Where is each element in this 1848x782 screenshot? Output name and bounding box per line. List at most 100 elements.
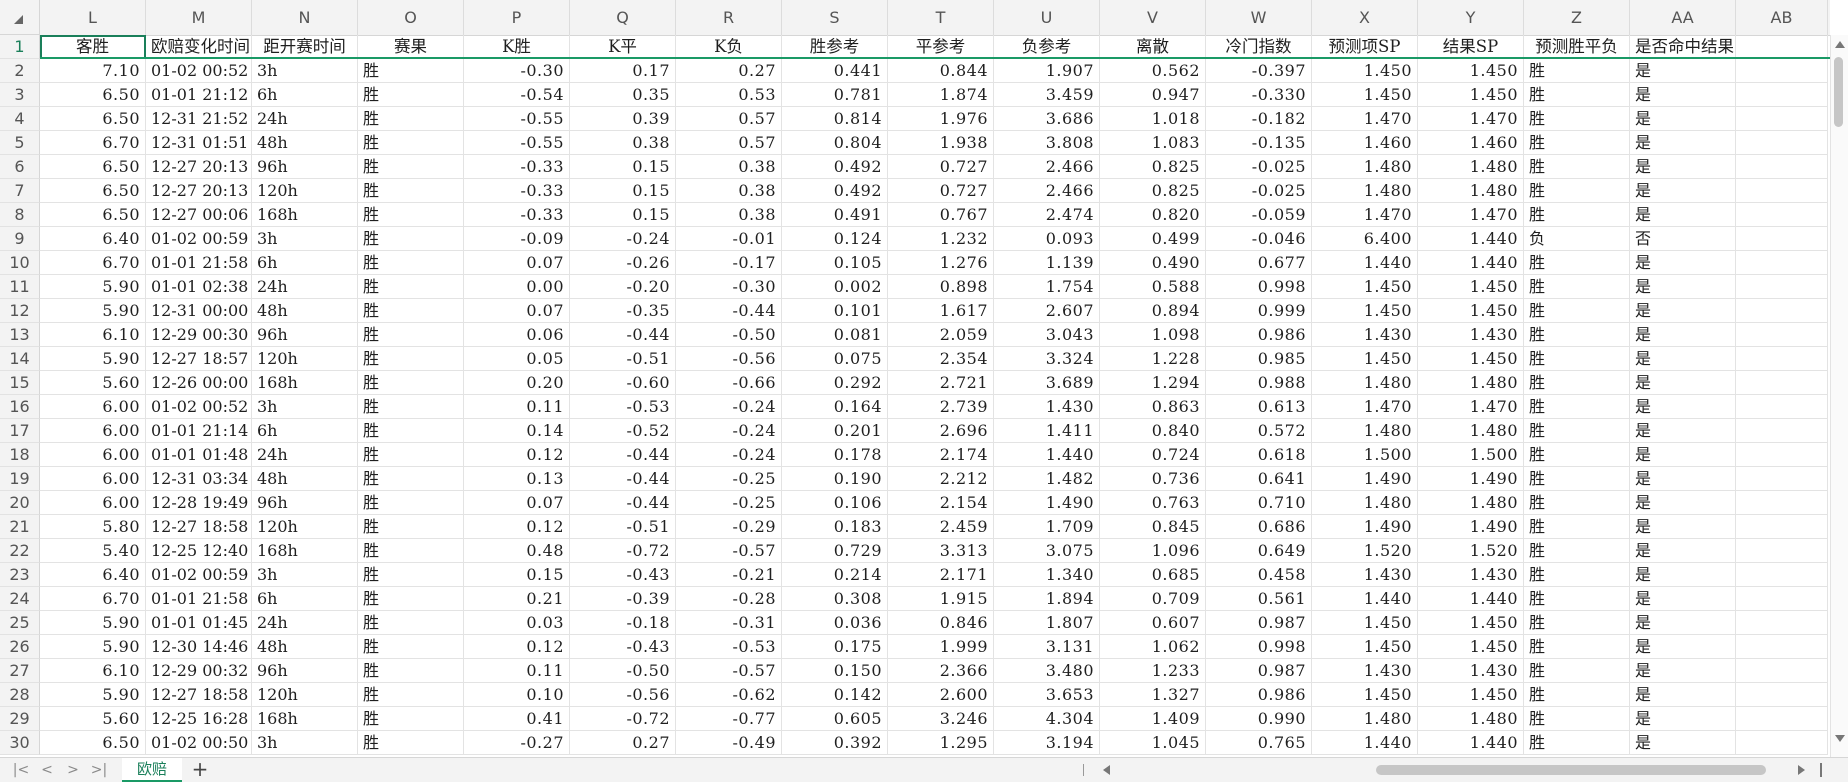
table-cell[interactable]: 0.10 — [464, 683, 570, 707]
table-cell[interactable]: 胜 — [358, 299, 464, 323]
vertical-scroll-thumb[interactable] — [1834, 57, 1843, 127]
table-cell[interactable]: 0.036 — [782, 611, 888, 635]
table-cell[interactable]: 0.441 — [782, 59, 888, 83]
table-cell[interactable]: -0.55 — [464, 131, 570, 155]
table-cell[interactable]: 是 — [1630, 467, 1736, 491]
table-cell[interactable]: -0.025 — [1206, 155, 1312, 179]
table-cell[interactable]: 3.689 — [994, 371, 1100, 395]
table-cell[interactable]: 是 — [1630, 491, 1736, 515]
table-cell[interactable]: -0.182 — [1206, 107, 1312, 131]
horizontal-scroll-thumb[interactable] — [1376, 765, 1766, 775]
table-cell[interactable]: 0.15 — [570, 179, 676, 203]
table-cell[interactable]: 1.430 — [1418, 659, 1524, 683]
table-cell[interactable]: 1.450 — [1312, 635, 1418, 659]
table-cell[interactable] — [1736, 635, 1828, 659]
table-cell[interactable]: 0.124 — [782, 227, 888, 251]
table-cell[interactable]: 3.043 — [994, 323, 1100, 347]
table-cell[interactable]: 胜 — [1524, 203, 1630, 227]
table-cell[interactable]: 01-01 02:38 — [146, 275, 252, 299]
table-cell[interactable]: 0.12 — [464, 443, 570, 467]
table-cell[interactable]: 0.845 — [1100, 515, 1206, 539]
table-cell[interactable]: 0.685 — [1100, 563, 1206, 587]
table-cell[interactable]: 3.653 — [994, 683, 1100, 707]
table-cell[interactable]: 120h — [252, 515, 358, 539]
table-cell[interactable]: 1.440 — [1418, 227, 1524, 251]
table-cell[interactable]: 12-26 00:00 — [146, 371, 252, 395]
table-cell[interactable]: 1.440 — [1312, 587, 1418, 611]
table-cell[interactable]: -0.56 — [676, 347, 782, 371]
table-cell[interactable]: 1.480 — [1418, 179, 1524, 203]
column-header-v[interactable]: V — [1100, 0, 1206, 35]
table-cell[interactable]: 2.600 — [888, 683, 994, 707]
table-cell[interactable]: 12-27 00:06 — [146, 203, 252, 227]
table-cell[interactable]: 0.863 — [1100, 395, 1206, 419]
table-cell[interactable]: 0.990 — [1206, 707, 1312, 731]
header-cell[interactable]: K平 — [570, 35, 676, 59]
table-cell[interactable]: 0.106 — [782, 491, 888, 515]
table-cell[interactable]: 1.480 — [1418, 155, 1524, 179]
table-cell[interactable]: -0.43 — [570, 635, 676, 659]
table-cell[interactable]: -0.44 — [570, 443, 676, 467]
table-cell[interactable]: 6h — [252, 419, 358, 443]
table-cell[interactable]: 1.018 — [1100, 107, 1206, 131]
horizontal-scrollbar[interactable] — [1116, 765, 1792, 775]
table-cell[interactable]: 0.825 — [1100, 155, 1206, 179]
table-cell[interactable]: 6.400 — [1312, 227, 1418, 251]
table-cell[interactable]: 胜 — [1524, 539, 1630, 563]
table-cell[interactable]: -0.44 — [570, 467, 676, 491]
table-cell[interactable]: 5.90 — [40, 347, 146, 371]
table-cell[interactable]: 3.313 — [888, 539, 994, 563]
table-cell[interactable]: 胜 — [358, 83, 464, 107]
table-cell[interactable]: 0.183 — [782, 515, 888, 539]
table-cell[interactable]: -0.44 — [676, 299, 782, 323]
table-cell[interactable]: 胜 — [1524, 587, 1630, 611]
table-cell[interactable]: 1.440 — [1418, 251, 1524, 275]
table-cell[interactable]: 0.002 — [782, 275, 888, 299]
table-cell[interactable]: 0.175 — [782, 635, 888, 659]
column-header-p[interactable]: P — [464, 0, 570, 35]
table-cell[interactable]: 0.492 — [782, 155, 888, 179]
table-cell[interactable]: -0.57 — [676, 539, 782, 563]
table-cell[interactable]: 6.00 — [40, 419, 146, 443]
table-cell[interactable]: 胜 — [1524, 155, 1630, 179]
table-cell[interactable]: 0.11 — [464, 395, 570, 419]
table-cell[interactable]: 12-30 14:46 — [146, 635, 252, 659]
table-cell[interactable]: 6h — [252, 587, 358, 611]
table-cell[interactable]: 0.988 — [1206, 371, 1312, 395]
table-cell[interactable]: -0.24 — [676, 395, 782, 419]
table-cell[interactable]: 6.10 — [40, 323, 146, 347]
table-cell[interactable]: 1.520 — [1312, 539, 1418, 563]
table-cell[interactable]: 1.480 — [1418, 419, 1524, 443]
row-header-12[interactable]: 12 — [0, 299, 40, 323]
table-cell[interactable]: 1.490 — [1418, 515, 1524, 539]
table-cell[interactable]: 1.470 — [1418, 203, 1524, 227]
table-cell[interactable]: 3h — [252, 731, 358, 755]
table-cell[interactable]: 0.947 — [1100, 83, 1206, 107]
row-header-15[interactable]: 15 — [0, 371, 40, 395]
table-cell[interactable]: 是 — [1630, 515, 1736, 539]
table-cell[interactable]: 1.450 — [1418, 275, 1524, 299]
table-cell[interactable]: 是 — [1630, 635, 1736, 659]
table-cell[interactable]: 0.27 — [676, 59, 782, 83]
table-cell[interactable]: 0.15 — [464, 563, 570, 587]
table-cell[interactable] — [1736, 515, 1828, 539]
column-header-l[interactable]: L — [40, 0, 146, 35]
table-cell[interactable]: 0.986 — [1206, 323, 1312, 347]
table-cell[interactable]: 胜 — [1524, 515, 1630, 539]
table-cell[interactable] — [1736, 419, 1828, 443]
table-cell[interactable]: 24h — [252, 611, 358, 635]
table-cell[interactable]: 12-27 18:58 — [146, 683, 252, 707]
table-cell[interactable]: 是 — [1630, 443, 1736, 467]
table-cell[interactable]: 2.059 — [888, 323, 994, 347]
table-cell[interactable]: -0.135 — [1206, 131, 1312, 155]
table-cell[interactable]: 0.07 — [464, 299, 570, 323]
row-header-20[interactable]: 20 — [0, 491, 40, 515]
table-cell[interactable]: 1.430 — [1418, 323, 1524, 347]
table-cell[interactable]: -0.51 — [570, 347, 676, 371]
table-cell[interactable]: 0.987 — [1206, 659, 1312, 683]
table-cell[interactable]: 0.07 — [464, 491, 570, 515]
table-cell[interactable]: 胜 — [1524, 635, 1630, 659]
row-header-17[interactable]: 17 — [0, 419, 40, 443]
spreadsheet[interactable]: L M N O P Q R S T U V W X Y Z AA AB 1 客胜 欧赔变化时间 距开赛时间 赛果 K胜 K平… — [0, 0, 1848, 782]
table-cell[interactable]: 5.90 — [40, 299, 146, 323]
